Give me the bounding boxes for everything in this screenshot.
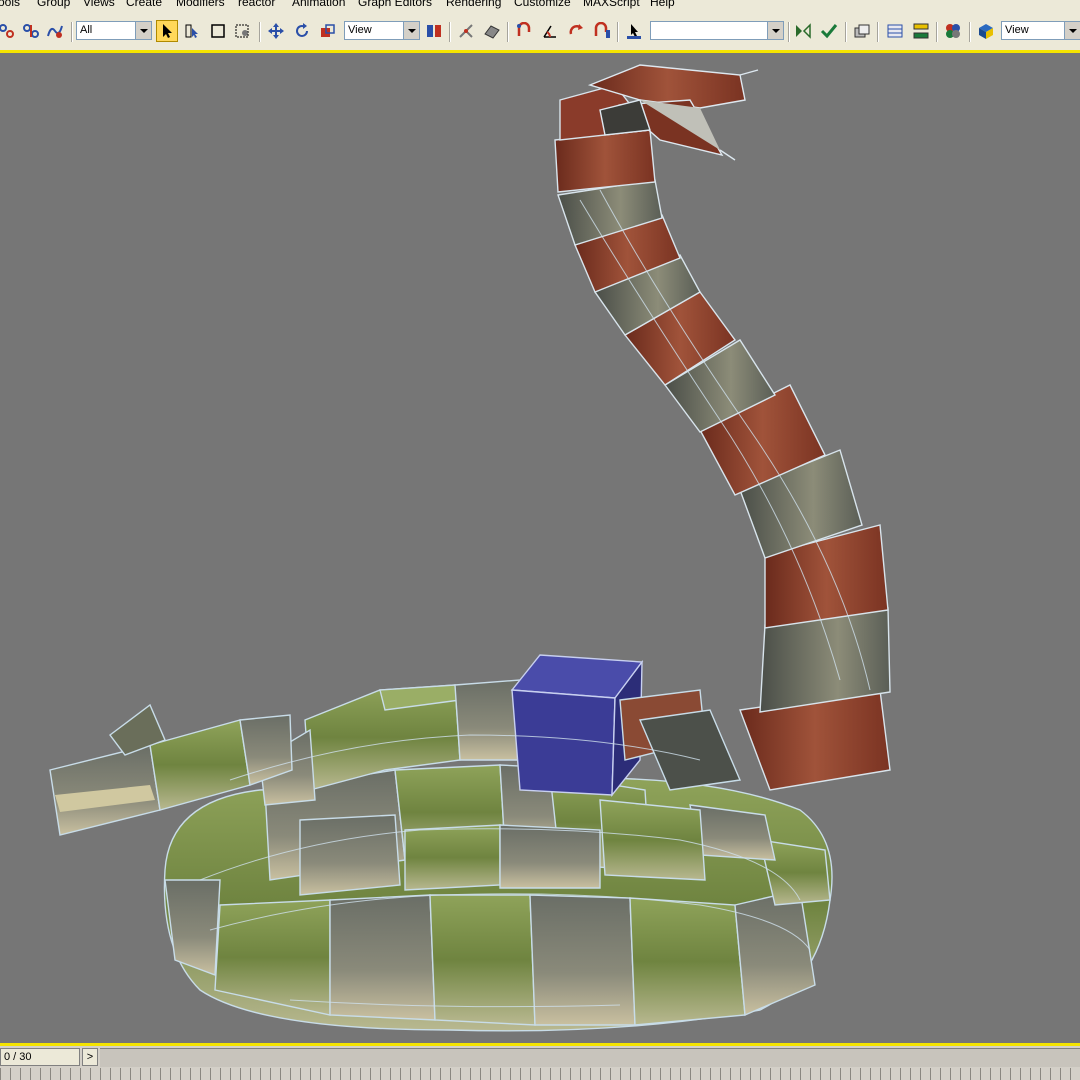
percent-snap-toggle-icon[interactable] [565, 20, 587, 42]
toolbar-separator [71, 22, 73, 42]
menu-graph-editors[interactable]: Graph Editors [358, 0, 432, 9]
snaps-toggle-icon[interactable] [513, 20, 535, 42]
bind-to-space-warp-icon[interactable] [44, 20, 66, 42]
select-and-manipulate-icon[interactable] [455, 20, 477, 42]
angle-snap-toggle-icon[interactable] [539, 20, 561, 42]
menu-create[interactable]: Create [126, 0, 162, 9]
chevron-down-icon [135, 22, 151, 39]
render-viewport-dropdown[interactable]: View [1001, 21, 1080, 40]
menu-modifiers[interactable]: Modifiers [176, 0, 225, 9]
select-by-name-icon[interactable] [181, 20, 203, 42]
time-slider-bar: 0 / 30 > [0, 1046, 1080, 1080]
toolbar-separator [936, 22, 938, 42]
render-viewport-value: View [1005, 24, 1029, 36]
chevron-down-icon [403, 22, 419, 39]
toolbar-separator [788, 22, 790, 42]
use-pivot-center-icon[interactable] [423, 20, 445, 42]
toolbar-separator [617, 22, 619, 42]
keyboard-shortcut-override-icon[interactable] [481, 20, 503, 42]
snake-model-scene [49, 64, 891, 1032]
main-toolbar: All View View [0, 12, 1080, 51]
render-scene-dialog-icon[interactable] [975, 20, 997, 42]
select-object-icon[interactable] [156, 20, 178, 42]
schematic-view-icon[interactable] [910, 20, 932, 42]
select-and-rotate-icon[interactable] [291, 20, 313, 42]
menu-maxscript[interactable]: MAXScript [583, 0, 640, 9]
toolbar-separator [845, 22, 847, 42]
rectangular-selection-region-icon[interactable] [207, 20, 229, 42]
time-slider-track[interactable] [100, 1048, 1080, 1067]
menu-group[interactable]: Group [37, 0, 70, 9]
toolbar-separator [969, 22, 971, 42]
select-and-scale-icon[interactable] [317, 20, 339, 42]
named-selection-set-dropdown[interactable] [650, 21, 784, 40]
chevron-down-icon [1064, 22, 1080, 39]
selection-filter-value: All [80, 24, 93, 36]
frame-indicator: 0 / 30 [4, 1051, 32, 1063]
track-bar-ruler[interactable] [0, 1068, 1080, 1080]
unlink-selection-icon[interactable] [20, 20, 42, 42]
toolbar-separator [877, 22, 879, 42]
mirror-icon[interactable] [792, 20, 814, 42]
edit-named-selection-icon[interactable] [623, 20, 645, 42]
next-frame-button[interactable]: > [82, 1048, 98, 1066]
toolbar-separator [507, 22, 509, 42]
reference-coordinate-dropdown[interactable]: View [344, 21, 420, 40]
layer-manager-icon[interactable] [851, 20, 873, 42]
menu-rendering[interactable]: Rendering [446, 0, 501, 9]
select-and-move-icon[interactable] [265, 20, 287, 42]
reference-coordinate-value: View [348, 24, 372, 36]
menu-reactor[interactable]: reactor [238, 0, 275, 9]
align-icon[interactable] [818, 20, 840, 42]
menu-customize[interactable]: Customize [514, 0, 571, 9]
select-and-link-icon[interactable] [0, 20, 18, 42]
material-editor-icon[interactable] [942, 20, 964, 42]
window-crossing-icon[interactable] [232, 20, 254, 42]
perspective-viewport[interactable] [0, 53, 1080, 1043]
selection-filter-dropdown[interactable]: All [76, 21, 152, 40]
chevron-down-icon [767, 22, 783, 39]
menu-animation[interactable]: Animation [292, 0, 345, 9]
time-slider-handle[interactable]: 0 / 30 [0, 1048, 80, 1066]
curve-editor-icon[interactable] [884, 20, 906, 42]
menu-help[interactable]: Help [650, 0, 675, 9]
toolbar-separator [449, 22, 451, 42]
spinner-snap-toggle-icon[interactable] [591, 20, 613, 42]
toolbar-separator [259, 22, 261, 42]
menu-tools[interactable]: ools [0, 0, 20, 9]
menu-bar: ools Group Views Create Modifiers reacto… [0, 0, 1080, 12]
menu-views[interactable]: Views [83, 0, 115, 9]
next-frame-label: > [86, 1051, 94, 1063]
